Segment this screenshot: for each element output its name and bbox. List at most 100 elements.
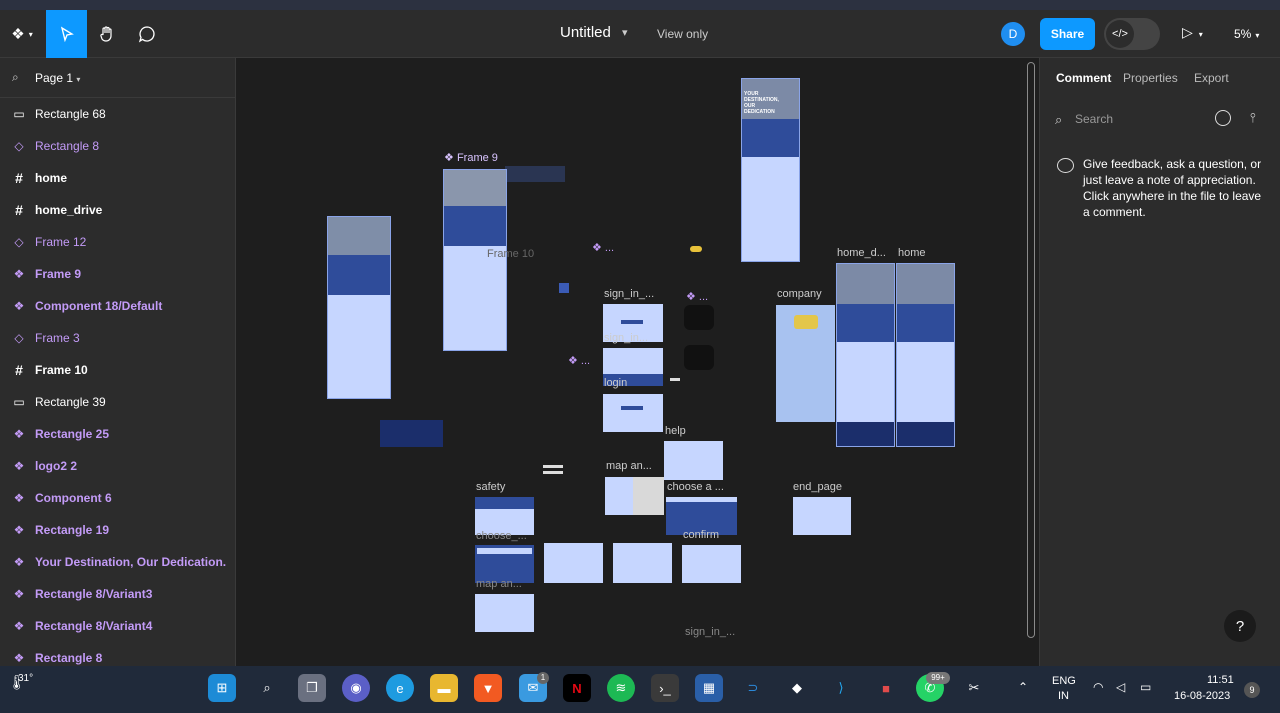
- volume-icon[interactable]: ◁: [1116, 680, 1125, 694]
- safety-label[interactable]: safety: [476, 481, 505, 493]
- frame9-label[interactable]: ❖ Frame 9: [444, 151, 498, 164]
- end-page-label[interactable]: end_page: [793, 481, 842, 493]
- file-title[interactable]: Untitled: [560, 24, 611, 41]
- clock-date[interactable]: 16-08-2023: [1174, 690, 1230, 702]
- component-dots-3[interactable]: ❖ ...: [568, 354, 590, 367]
- frame-home-tall[interactable]: YOUR DESTINATION, OUR DEDICATION: [741, 78, 800, 262]
- teams-chat-icon[interactable]: ◉: [342, 674, 370, 702]
- language-line2[interactable]: IN: [1058, 690, 1069, 702]
- task-view-icon[interactable]: ❐: [298, 674, 326, 702]
- layer-item[interactable]: ❖ Component 6: [0, 482, 235, 514]
- battery-icon[interactable]: ▭: [1140, 680, 1151, 694]
- hand-tool-button[interactable]: [87, 10, 127, 58]
- map-label-1[interactable]: map an...: [606, 460, 652, 472]
- chevron-up-icon[interactable]: ⌃: [1018, 680, 1028, 694]
- confirm-label[interactable]: confirm: [683, 529, 719, 541]
- power-automate-icon[interactable]: ⊃: [739, 674, 767, 702]
- frame-end-page[interactable]: [793, 497, 851, 535]
- terminal-icon[interactable]: ›_: [651, 674, 679, 702]
- taxi-logo-small[interactable]: [690, 246, 702, 252]
- share-button[interactable]: Share: [1040, 18, 1095, 50]
- avatar[interactable]: D: [1001, 22, 1025, 46]
- zoom-menu[interactable]: 5% ▾: [1234, 27, 1259, 41]
- layer-item[interactable]: ❖ logo2 2: [0, 450, 235, 482]
- map-label-2[interactable]: map an...: [476, 578, 522, 590]
- main-menu-button[interactable]: ❖ ▾: [0, 10, 44, 58]
- component-dots-1[interactable]: ❖ ...: [592, 241, 614, 254]
- help-label[interactable]: help: [665, 425, 686, 437]
- taxi-logo-2[interactable]: [684, 345, 714, 370]
- filter-icon[interactable]: [1215, 110, 1231, 126]
- frame-home-copy[interactable]: [327, 216, 391, 399]
- sign-in-label-2[interactable]: sign_in...: [604, 332, 648, 344]
- layer-item[interactable]: # home: [0, 162, 235, 194]
- layer-item[interactable]: ❖ Rectangle 8: [0, 642, 235, 666]
- frame-home[interactable]: [896, 263, 955, 447]
- home-label[interactable]: home: [898, 247, 926, 259]
- tab-comment[interactable]: Comment: [1056, 71, 1111, 85]
- search-icon[interactable]: ⌕: [253, 674, 281, 702]
- intellij-icon[interactable]: ▦: [695, 674, 723, 702]
- frame-map-1[interactable]: [605, 477, 664, 515]
- spotify-icon[interactable]: ≋: [607, 674, 635, 702]
- choose-label-2[interactable]: choose_...: [476, 530, 527, 542]
- inkscape-icon[interactable]: ◆: [783, 674, 811, 702]
- clock-time[interactable]: 11:51: [1207, 674, 1234, 686]
- choose-label-1[interactable]: choose a ...: [667, 481, 724, 493]
- layer-item[interactable]: ◇ Rectangle 8: [0, 130, 235, 162]
- layer-item[interactable]: ▭ Rectangle 68: [0, 98, 235, 130]
- small-bar[interactable]: [670, 378, 680, 381]
- layer-item[interactable]: ◇ Frame 12: [0, 226, 235, 258]
- layer-item[interactable]: ❖ Component 18/Default: [0, 290, 235, 322]
- layer-item[interactable]: ❖ Frame 9: [0, 258, 235, 290]
- layer-item[interactable]: # home_drive: [0, 194, 235, 226]
- settings-sliders-icon[interactable]: ⫯: [1250, 110, 1256, 126]
- rectangle-39[interactable]: [380, 420, 443, 447]
- component-dots-2[interactable]: ❖ ...: [686, 290, 708, 303]
- comment-search-input[interactable]: [1075, 110, 1195, 128]
- sign-in-label-3[interactable]: sign_in_...: [685, 626, 735, 638]
- sign-in-label-1[interactable]: sign_in_...: [604, 288, 654, 300]
- menu-bar-1[interactable]: [543, 465, 563, 468]
- canvas-scrollbar[interactable]: [1027, 62, 1035, 638]
- title-chevron-down-icon[interactable]: ▾: [622, 26, 628, 39]
- frame-home-drive[interactable]: [836, 263, 895, 447]
- netflix-icon[interactable]: N: [563, 674, 591, 702]
- present-button[interactable]: ▷ ▾: [1182, 24, 1203, 41]
- layer-item[interactable]: ❖ Rectangle 8/Variant3: [0, 578, 235, 610]
- layer-item[interactable]: ❖ Your Destination, Our Dedication.: [0, 546, 235, 578]
- tab-properties[interactable]: Properties: [1123, 71, 1178, 85]
- frame-login[interactable]: [603, 394, 663, 432]
- vscode-icon[interactable]: ⟩: [827, 674, 855, 702]
- frame-confirm[interactable]: [682, 545, 741, 583]
- screen-recorder-icon[interactable]: ■: [872, 674, 900, 702]
- file-explorer-icon[interactable]: ▬: [430, 674, 458, 702]
- frame-blank-2[interactable]: [613, 543, 672, 583]
- layer-item[interactable]: # Frame 10: [0, 354, 235, 386]
- wifi-icon[interactable]: ◠: [1093, 680, 1103, 694]
- comment-tool-button[interactable]: [127, 10, 167, 58]
- layer-item[interactable]: ❖ Rectangle 19: [0, 514, 235, 546]
- brave-browser-icon[interactable]: ▼: [474, 674, 502, 702]
- tab-export[interactable]: Export: [1194, 71, 1229, 85]
- frame-company[interactable]: [776, 305, 835, 422]
- taxi-logo-1[interactable]: [684, 305, 714, 330]
- small-component[interactable]: [559, 283, 569, 293]
- frame-help[interactable]: [664, 441, 723, 480]
- frame-blank-1[interactable]: [544, 543, 603, 583]
- edge-browser-icon[interactable]: e: [386, 674, 414, 702]
- layer-item[interactable]: ❖ Rectangle 25: [0, 418, 235, 450]
- company-label[interactable]: company: [777, 288, 822, 300]
- layer-item[interactable]: ▭ Rectangle 39: [0, 386, 235, 418]
- windows-start-icon[interactable]: ⊞: [208, 674, 236, 702]
- layer-item[interactable]: ◇ Frame 3: [0, 322, 235, 354]
- frame-9[interactable]: [443, 169, 507, 351]
- frame10-label[interactable]: Frame 10: [487, 248, 534, 260]
- login-label[interactable]: login: [604, 377, 627, 389]
- notification-count[interactable]: 9: [1244, 682, 1260, 698]
- menu-bar-2[interactable]: [543, 471, 563, 474]
- search-icon[interactable]: ⌕: [12, 70, 19, 85]
- move-tool-button[interactable]: [46, 10, 87, 58]
- help-button[interactable]: ?: [1224, 610, 1256, 642]
- frame-map-2[interactable]: [475, 594, 534, 632]
